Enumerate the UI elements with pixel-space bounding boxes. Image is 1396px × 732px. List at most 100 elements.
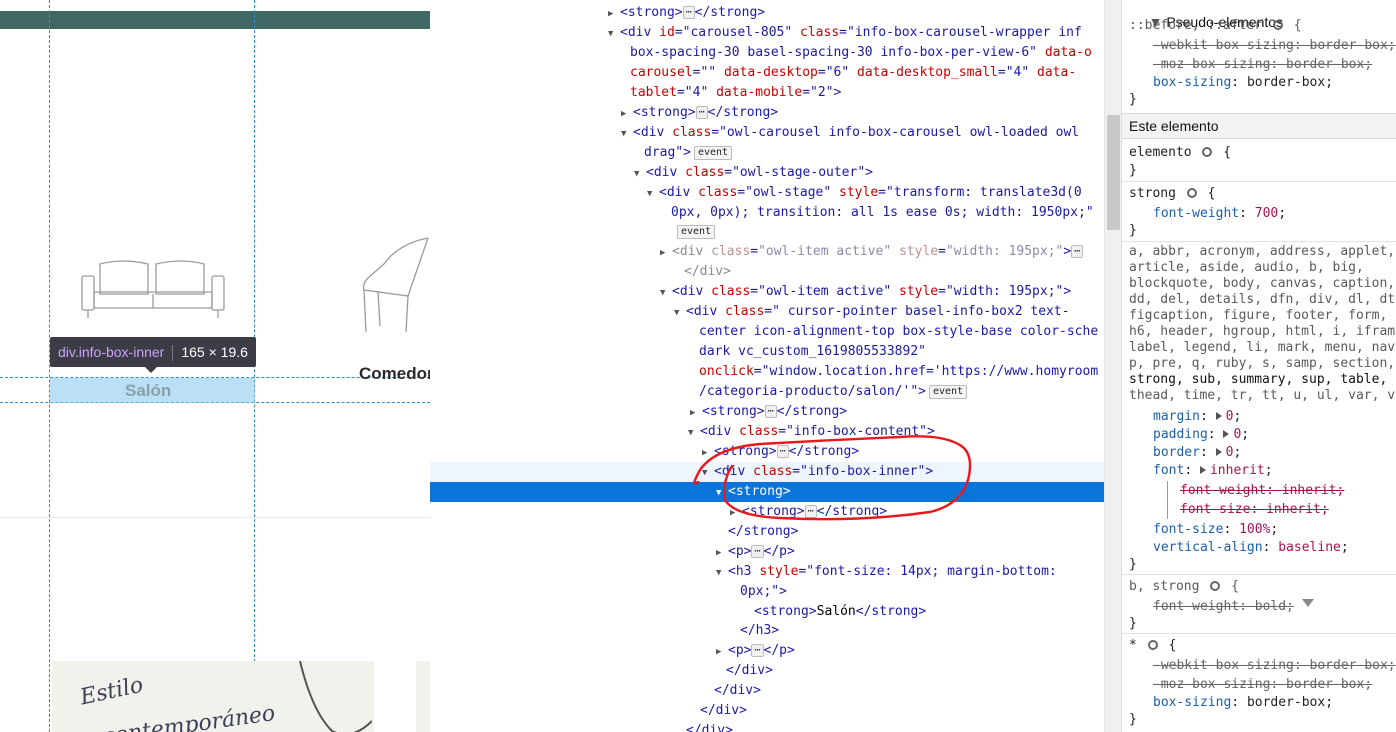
- collapse-arrow-icon[interactable]: ▶: [716, 643, 728, 662]
- styles-panel[interactable]: ▼ Pseudo-elementos ::before, ::after { -…: [1121, 0, 1396, 732]
- rule-settings-icon[interactable]: [1210, 581, 1221, 591]
- sofa-icon[interactable]: [78, 258, 228, 328]
- dom-node-line[interactable]: </h3>: [430, 621, 1104, 641]
- dom-node-line[interactable]: </strong>: [430, 522, 1104, 542]
- category-label-salon[interactable]: Salón: [125, 381, 171, 401]
- dom-node-line[interactable]: box-spacing-30 basel-spacing-30 info-box…: [430, 43, 1104, 63]
- expand-icon[interactable]: [1215, 448, 1222, 456]
- collapse-arrow-icon[interactable]: ▶: [621, 105, 633, 124]
- dom-node-line[interactable]: ▶ <strong> ⋯ </strong>: [430, 3, 1104, 23]
- dom-node-line[interactable]: ▶ <strong> ⋯ </strong>: [430, 402, 1104, 422]
- chair-icon[interactable]: [358, 234, 430, 334]
- dom-node-line[interactable]: 0px, 0px); transition: all 1s ease 0s; w…: [430, 203, 1104, 223]
- expand-arrow-icon[interactable]: ▼: [608, 25, 620, 44]
- style-declaration[interactable]: font: inherit;: [1153, 461, 1396, 480]
- collapse-arrow-icon[interactable]: ▶: [608, 5, 620, 24]
- tooltip-selector: div.info-box-inner: [58, 344, 165, 360]
- promo-card-left[interactable]: Estilo contemporáneo: [52, 661, 374, 732]
- expand-arrow-icon[interactable]: ▼: [660, 284, 672, 303]
- dom-node-line[interactable]: </div>: [430, 701, 1104, 721]
- dom-node-markup: <strong> ⋯ </strong>: [742, 503, 888, 519]
- dom-inspector-panel[interactable]: ▶ <strong> ⋯ </strong> ▼ <div id="carousel-80…: [430, 0, 1104, 732]
- dom-node-line[interactable]: ▼ <strong>: [430, 481, 1104, 503]
- dom-node-line[interactable]: ▼ <div class=" cursor-pointer basel-info-…: [430, 302, 1104, 322]
- style-declaration[interactable]: padding: 0;: [1153, 425, 1396, 444]
- collapse-arrow-icon[interactable]: ▶: [716, 544, 728, 563]
- dom-node-line[interactable]: ▼ <div class="owl-stage" style="transform…: [430, 183, 1104, 203]
- dom-node-line[interactable]: 0px;">: [430, 582, 1104, 602]
- dom-node-markup: <strong> ⋯ </strong>: [620, 5, 766, 20]
- rule-settings-icon[interactable]: [1202, 147, 1213, 157]
- expand-icon[interactable]: [1215, 412, 1222, 420]
- dom-node-line[interactable]: /categoria-producto/salon/'"> event: [430, 382, 1104, 402]
- dom-node-line[interactable]: ▶ <strong> ⋯ </strong>: [430, 442, 1104, 462]
- dom-node-line[interactable]: </div>: [430, 262, 1104, 282]
- style-declaration[interactable]: -moz-box-sizing: border-box;: [1153, 675, 1396, 694]
- dom-node-line[interactable]: </div>: [430, 721, 1104, 732]
- dom-node-line[interactable]: ▼ <h3 style="font-size: 14px; margin-bott…: [430, 562, 1104, 582]
- style-declaration[interactable]: font-size: 100%;: [1153, 520, 1396, 539]
- style-declaration[interactable]: border: 0;: [1153, 443, 1396, 462]
- dom-node-line[interactable]: onclick="window.location.href='https://w…: [430, 362, 1104, 382]
- page-preview: Salón Comedor div.info-box-inner 165 × 19…: [0, 0, 430, 732]
- style-subdeclaration: font-size: inherit;: [1167, 500, 1396, 519]
- expand-arrow-icon[interactable]: ▼: [702, 464, 714, 483]
- style-declaration[interactable]: margin: 0;: [1153, 407, 1396, 426]
- style-declaration[interactable]: -moz-box-sizing: border-box;: [1153, 55, 1396, 74]
- dom-node-line[interactable]: center icon-alignment-top box-style-base…: [430, 322, 1104, 342]
- rule-settings-icon[interactable]: [1147, 640, 1158, 650]
- collapse-arrow-icon[interactable]: ▶: [690, 404, 702, 423]
- dom-node-line[interactable]: tablet="4" data-mobile="2">: [430, 83, 1104, 103]
- dom-node-line[interactable]: ▼ <div id="carousel-805" class="info-box-…: [430, 23, 1104, 43]
- dom-node-line[interactable]: ▼ <div class="owl-item active" style="wid…: [430, 282, 1104, 302]
- dom-node-line[interactable]: drag"> event: [430, 143, 1104, 163]
- dom-node-line[interactable]: ▼ <div class="owl-stage-outer">: [430, 163, 1104, 183]
- tooltip-divider: [172, 345, 174, 362]
- pseudo-elements-header[interactable]: ▼ Pseudo-elementos: [1133, 0, 1396, 30]
- dom-node-line[interactable]: <strong>Salón</strong>: [430, 602, 1104, 622]
- rule-close-brace: }: [1129, 616, 1137, 631]
- collapse-arrow-icon[interactable]: ▶: [730, 504, 742, 523]
- bstrong-selector-line: b, strong {: [1129, 579, 1239, 594]
- dom-node-line[interactable]: carousel="" data-desktop="6" data-deskto…: [430, 63, 1104, 83]
- dom-node-line[interactable]: </div>: [430, 681, 1104, 701]
- dom-node-markup: </h3>: [740, 623, 780, 639]
- category-label-comedor[interactable]: Comedor: [359, 364, 430, 384]
- expand-arrow-icon[interactable]: ▼: [688, 424, 700, 443]
- scrollbar-thumb[interactable]: [1107, 115, 1120, 230]
- expand-arrow-icon[interactable]: ▼: [674, 304, 686, 323]
- expand-icon[interactable]: [1199, 466, 1206, 474]
- dom-node-line[interactable]: ▶ <strong> ⋯ </strong>: [430, 103, 1104, 123]
- expand-arrow-icon[interactable]: ▼: [647, 185, 659, 204]
- site-header-bar: [0, 11, 430, 29]
- dom-node-markup: dark vc_custom_1619805533892": [699, 344, 926, 360]
- rule-settings-icon[interactable]: [1186, 188, 1197, 198]
- collapse-arrow-icon[interactable]: ▶: [702, 444, 714, 463]
- dom-node-line[interactable]: ▼ <div class="info-box-inner">: [430, 461, 1104, 483]
- dom-node-line[interactable]: ▶ <p> ⋯ </p>: [430, 542, 1104, 562]
- dom-node-line[interactable]: ▶ <p> ⋯ </p>: [430, 641, 1104, 661]
- dom-node-line[interactable]: ▶ <div class="owl-item active" style="wid…: [430, 242, 1104, 262]
- promo-card-right[interactable]: [416, 661, 430, 732]
- rule-settings-icon[interactable]: [1272, 20, 1283, 30]
- rule-close-brace: }: [1129, 557, 1137, 572]
- expand-icon[interactable]: [1223, 430, 1230, 438]
- dom-node-line[interactable]: ▼ <div class="info-box-content">: [430, 422, 1104, 442]
- dom-node-markup: </div>: [714, 683, 761, 699]
- rule-close-brace: }: [1129, 92, 1137, 107]
- dom-node-line[interactable]: event: [430, 222, 1104, 242]
- dom-node-line[interactable]: ▼ <div class="owl-carousel info-box-carou…: [430, 123, 1104, 143]
- dom-node-line[interactable]: ▶ <strong> ⋯ </strong>: [430, 502, 1104, 522]
- dom-node-markup: </div>: [684, 264, 731, 280]
- style-declaration[interactable]: -webkit-box-sizing: border-box;: [1153, 656, 1396, 675]
- expand-arrow-icon[interactable]: ▼: [621, 125, 633, 144]
- collapse-arrow-icon[interactable]: ▶: [660, 244, 672, 263]
- expand-arrow-icon[interactable]: ▼: [634, 165, 646, 184]
- expand-arrow-icon[interactable]: ▼: [716, 484, 728, 503]
- expand-arrow-icon[interactable]: ▼: [716, 564, 728, 583]
- filter-icon[interactable]: [1302, 599, 1314, 607]
- inspector-scrollbar[interactable]: [1104, 0, 1121, 732]
- style-declaration[interactable]: -webkit-box-sizing: border-box;: [1153, 36, 1396, 55]
- dom-node-line[interactable]: </div>: [430, 661, 1104, 681]
- dom-node-line[interactable]: dark vc_custom_1619805533892": [430, 342, 1104, 362]
